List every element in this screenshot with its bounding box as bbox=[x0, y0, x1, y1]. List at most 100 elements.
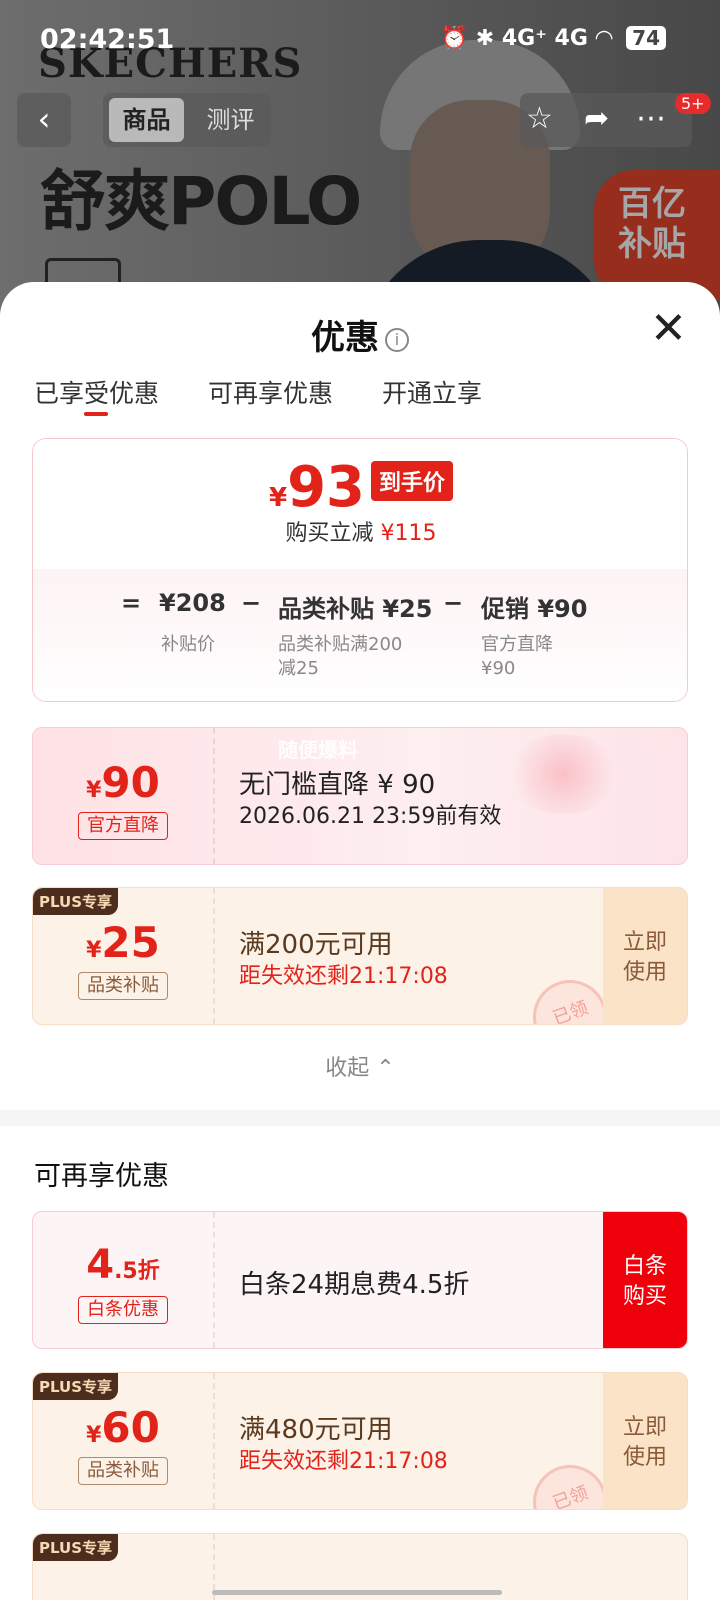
coupon-currency: ¥ bbox=[86, 1423, 102, 1448]
coupon-amount: ¥25 bbox=[33, 918, 213, 967]
use-now-line1: 立即 bbox=[622, 1415, 667, 1440]
coupon-value: 90 bbox=[101, 758, 160, 807]
final-price-value: 93 bbox=[287, 455, 365, 520]
collapse-button[interactable]: 收起 ⌃ bbox=[0, 1050, 720, 1082]
save-label: 购买立减 bbox=[285, 521, 374, 546]
coupon-validity: 2026.06.21 23:59前有效 bbox=[239, 804, 502, 829]
coupon-countdown: 距失效还剩21:17:08 bbox=[239, 964, 448, 989]
coupon-currency: ¥ bbox=[86, 778, 102, 803]
more-discounts-title: 可再享优惠 bbox=[34, 1161, 169, 1192]
category-subsidy: 品类补贴 ¥25 bbox=[278, 595, 433, 623]
watermark-text: 随便爆料 bbox=[278, 738, 358, 762]
save-line: 购买立减 ¥115 bbox=[33, 515, 687, 547]
coupon-type-label: 白条优惠 bbox=[78, 1296, 168, 1324]
firework-decoration bbox=[503, 734, 623, 814]
claimed-stamp: 已领 bbox=[533, 1465, 607, 1510]
claimed-stamp-text: 已领 bbox=[550, 997, 592, 1025]
coupon-divider bbox=[213, 1373, 215, 1509]
promotion-desc-2: ¥90 bbox=[481, 658, 516, 679]
battery-icon: 74 bbox=[626, 26, 666, 50]
plus-exclusive-badge: PLUS专享 bbox=[33, 1534, 119, 1561]
coupon-type-label: 品类补贴 bbox=[78, 972, 168, 1000]
promotion-desc: 官方直降 ¥90 bbox=[481, 633, 553, 681]
use-now-line1: 立即 bbox=[622, 930, 667, 955]
signal-icon: 4G⁺ 4G bbox=[501, 26, 588, 51]
coupon-category-subsidy-25[interactable]: PLUS专享 ¥25 品类补贴 满200元可用 距失效还剩21:17:08 已领… bbox=[32, 887, 688, 1025]
back-button[interactable]: ‹ bbox=[17, 93, 71, 147]
status-time: 02:42:51 bbox=[40, 24, 175, 55]
coupon-title: 无门槛直降 ¥ 90 bbox=[239, 770, 436, 800]
plus-exclusive-badge: PLUS专享 bbox=[33, 1373, 119, 1400]
tab-more-available[interactable]: 可再享优惠 bbox=[208, 374, 333, 410]
minus-sign-2: − bbox=[443, 589, 464, 617]
baitiao-buy-line1: 白条 bbox=[622, 1254, 667, 1279]
tab-review[interactable]: 测评 bbox=[193, 98, 268, 142]
coupon-currency: ¥ bbox=[86, 938, 102, 963]
coupon-divider bbox=[213, 1212, 215, 1348]
home-indicator[interactable] bbox=[212, 1590, 502, 1595]
message-badge: 5+ bbox=[675, 93, 711, 114]
coupon-divider bbox=[213, 728, 215, 864]
final-price-currency: ¥ bbox=[268, 483, 288, 513]
base-price: ¥208 bbox=[159, 589, 226, 617]
tab-product[interactable]: 商品 bbox=[109, 98, 184, 142]
promotion-desc-1: 官方直降 bbox=[481, 634, 553, 655]
alarm-icon: ⏰ bbox=[440, 26, 469, 51]
info-icon[interactable]: i bbox=[385, 328, 409, 352]
category-subsidy-desc-1: 品类补贴满200 bbox=[278, 634, 403, 655]
coupon-category-subsidy-60[interactable]: PLUS专享 ¥60 品类补贴 满480元可用 距失效还剩21:17:08 已领… bbox=[32, 1372, 688, 1510]
wifi-icon: ◠ bbox=[595, 26, 613, 51]
bluetooth-icon: ✱ bbox=[475, 26, 495, 51]
tab-activate[interactable]: 开通立享 bbox=[382, 374, 482, 410]
coupon-amount: ¥90 bbox=[33, 758, 213, 807]
coupon-type-label: 官方直降 bbox=[78, 812, 168, 840]
coupon-value: 4 bbox=[86, 1242, 115, 1288]
category-subsidy-desc: 品类补贴满200 减25 bbox=[278, 633, 402, 681]
equals-sign: = bbox=[121, 589, 142, 617]
section-separator bbox=[0, 1110, 720, 1126]
category-subsidy-desc-2: 减25 bbox=[278, 658, 319, 679]
status-icons: ⏰ ✱ 4G⁺ 4G ◠ 74 bbox=[441, 26, 666, 51]
coupon-amount: 4.5折 bbox=[33, 1242, 213, 1288]
coupon-amount: ¥60 bbox=[33, 1403, 213, 1452]
discount-sheet: 优惠 i ✕ 已享受优惠 可再享优惠 开通立享 ¥93 到手价 购买立减 ¥115 … bbox=[0, 282, 720, 1600]
coupon-baitiao[interactable]: 4.5折 白条优惠 白条24期息费4.5折 白条 购买 bbox=[32, 1211, 688, 1349]
coupon-value: 60 bbox=[101, 1403, 160, 1452]
claimed-stamp: 已领 bbox=[533, 980, 607, 1025]
status-bar: 02:42:51 ⏰ ✱ 4G⁺ 4G ◠ 74 bbox=[0, 0, 720, 78]
coupon-value: 25 bbox=[101, 918, 160, 967]
final-price-tag: 到手价 bbox=[371, 461, 454, 501]
coupon-official-direct[interactable]: 随便爆料 ¥90 官方直降 无门槛直降 ¥ 90 2026.06.21 23:5… bbox=[32, 727, 688, 865]
close-button[interactable]: ✕ bbox=[650, 304, 687, 354]
coupon-type-label: 品类补贴 bbox=[78, 1457, 168, 1485]
save-value: ¥115 bbox=[380, 521, 437, 546]
base-price-label: 补贴价 bbox=[161, 634, 215, 655]
baitiao-buy-button[interactable]: 白条 购买 bbox=[603, 1212, 687, 1348]
coupon-title: 白条24期息费4.5折 bbox=[239, 1270, 470, 1300]
coupon-title: 满200元可用 bbox=[239, 930, 393, 960]
sheet-title-text: 优惠 bbox=[311, 318, 379, 358]
more-icon[interactable]: ⋯ bbox=[636, 101, 666, 136]
use-now-line2: 使用 bbox=[622, 1445, 667, 1470]
coupon-countdown: 距失效还剩21:17:08 bbox=[239, 1449, 448, 1474]
coupon-divider bbox=[213, 888, 215, 1024]
active-tab-indicator bbox=[84, 412, 108, 416]
use-now-line2: 使用 bbox=[622, 960, 667, 985]
sheet-title: 优惠 i bbox=[0, 310, 720, 359]
tab-enjoyed[interactable]: 已享受优惠 bbox=[34, 374, 159, 410]
use-now-button[interactable]: 立即 使用 bbox=[603, 888, 687, 1024]
price-summary-card: ¥93 到手价 购买立减 ¥115 = ¥208 补贴价 − 品类补贴 ¥25 品… bbox=[32, 438, 688, 702]
nav-tabs: 商品 测评 bbox=[103, 93, 271, 147]
plus-exclusive-badge: PLUS专享 bbox=[33, 888, 119, 915]
minus-sign-1: − bbox=[241, 589, 262, 617]
nav-actions: ☆ ➦ ⋯ bbox=[520, 93, 692, 147]
baitiao-buy-line2: 购买 bbox=[622, 1284, 667, 1309]
claimed-stamp-text: 已领 bbox=[550, 1482, 592, 1510]
promotion: 促销 ¥90 bbox=[481, 595, 588, 623]
share-icon[interactable]: ➦ bbox=[584, 101, 609, 136]
coupon-title: 满480元可用 bbox=[239, 1415, 393, 1445]
coupon-suffix: .5折 bbox=[114, 1259, 160, 1284]
star-icon[interactable]: ☆ bbox=[526, 101, 553, 136]
use-now-button[interactable]: 立即 使用 bbox=[603, 1373, 687, 1509]
final-price: ¥93 到手价 bbox=[33, 455, 687, 520]
